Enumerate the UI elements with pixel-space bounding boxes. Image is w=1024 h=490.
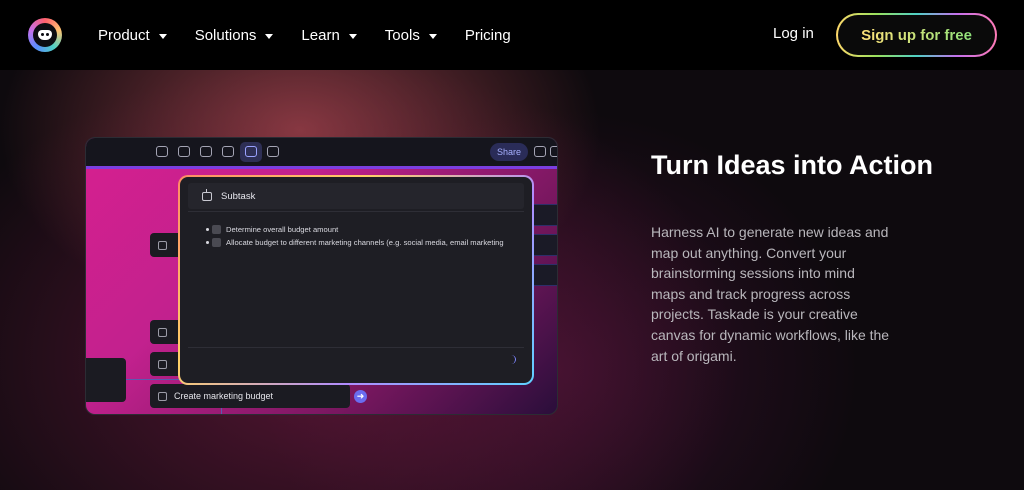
taskade-logo[interactable] bbox=[28, 18, 62, 52]
checkbox-icon bbox=[212, 225, 221, 234]
loading-spinner-icon bbox=[510, 355, 516, 364]
table-view-icon bbox=[222, 146, 234, 157]
hero-description: Harness AI to generate new ideas and map… bbox=[651, 224, 890, 364]
nav-item-tools[interactable]: Tools bbox=[385, 27, 437, 44]
checkbox-icon bbox=[158, 240, 167, 250]
board-view-icon bbox=[178, 146, 190, 157]
hero-title: Turn Ideas into Action bbox=[651, 150, 933, 180]
login-link[interactable]: Log in bbox=[773, 25, 814, 42]
nav-item-product[interactable]: Product bbox=[98, 27, 167, 44]
hero-section: Share − Create marketing budget ➜ bbox=[0, 70, 1024, 490]
robot-icon bbox=[202, 188, 212, 201]
nav-item-learn[interactable]: Learn bbox=[301, 26, 357, 44]
list-view-icon bbox=[156, 146, 168, 157]
nav-item-solutions[interactable]: Solutions bbox=[195, 27, 274, 44]
toolbar-accent-line bbox=[86, 166, 557, 169]
node-label: Create marketing budget bbox=[174, 391, 274, 401]
subtask-modal-title: Subtask bbox=[221, 190, 256, 202]
mindmap-view-icon bbox=[245, 146, 257, 157]
subtask-modal-header: Subtask bbox=[188, 183, 524, 209]
checkbox-icon bbox=[158, 391, 167, 401]
chevron-down-icon bbox=[265, 33, 274, 39]
subtask-item: Allocate budget to different marketing c… bbox=[204, 236, 504, 249]
chevron-down-icon bbox=[428, 33, 437, 39]
nav-item-label: Pricing bbox=[464, 26, 511, 44]
nav-item-label: Solutions bbox=[194, 26, 257, 44]
divider bbox=[188, 211, 524, 212]
mindmap-node-marketing-budget: Create marketing budget bbox=[150, 384, 350, 408]
top-navigation: Product Solutions Learn Tools Pricing Lo… bbox=[0, 0, 1024, 70]
nav-item-label: Product bbox=[98, 26, 150, 44]
checkbox-icon bbox=[158, 359, 167, 369]
subtask-label: Allocate budget to different marketing c… bbox=[226, 238, 504, 247]
mockup-toolbar: Share bbox=[86, 138, 557, 166]
checkbox-icon bbox=[158, 327, 167, 337]
nav-item-label: Tools bbox=[384, 26, 420, 44]
signup-button[interactable]: Sign up for free bbox=[836, 13, 997, 57]
nav-item-pricing[interactable]: Pricing bbox=[465, 27, 511, 44]
subtask-list: Determine overall budget amount Allocate… bbox=[204, 223, 504, 249]
checkbox-icon bbox=[212, 238, 221, 247]
subtask-modal: Subtask Determine overall budget amount … bbox=[178, 175, 534, 385]
signup-button-inner: Sign up for free bbox=[838, 15, 995, 55]
org-chart-view-icon bbox=[267, 146, 279, 157]
chevron-down-icon bbox=[158, 33, 167, 39]
app-mockup-image: Share − Create marketing budget ➜ bbox=[85, 137, 558, 415]
share-button: Share bbox=[490, 143, 528, 161]
subtask-label: Determine overall budget amount bbox=[226, 225, 339, 234]
logo-inner bbox=[33, 23, 57, 47]
emoji-icon bbox=[534, 146, 546, 157]
arrow-right-icon: ➜ bbox=[354, 390, 367, 403]
subtask-modal-body: Subtask Determine overall budget amount … bbox=[180, 177, 532, 383]
divider bbox=[188, 347, 524, 348]
chevron-down-icon bbox=[348, 33, 357, 39]
settings-icon bbox=[550, 146, 557, 157]
logo-face-icon bbox=[38, 30, 52, 40]
root-node bbox=[86, 358, 126, 402]
signup-button-label: Sign up for free bbox=[861, 26, 972, 44]
calendar-view-icon bbox=[200, 146, 212, 157]
subtask-item: Determine overall budget amount bbox=[204, 223, 504, 236]
nav-menu: Product Solutions Learn Tools Pricing bbox=[98, 0, 539, 70]
nav-item-label: Learn bbox=[301, 26, 340, 44]
